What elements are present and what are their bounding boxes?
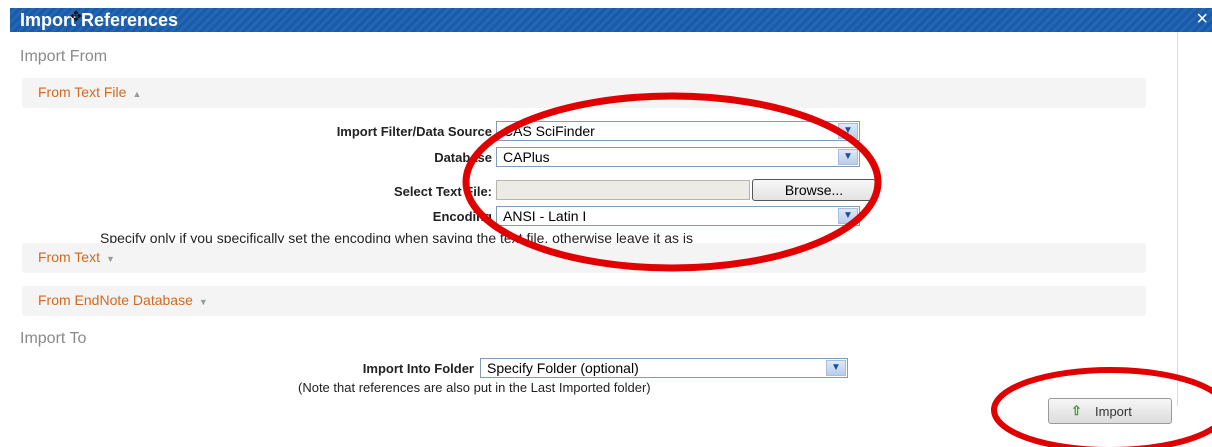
annotation-circle-form bbox=[462, 92, 882, 272]
annotation-circle-import bbox=[991, 367, 1212, 447]
annotation-overlay bbox=[462, 92, 1212, 447]
